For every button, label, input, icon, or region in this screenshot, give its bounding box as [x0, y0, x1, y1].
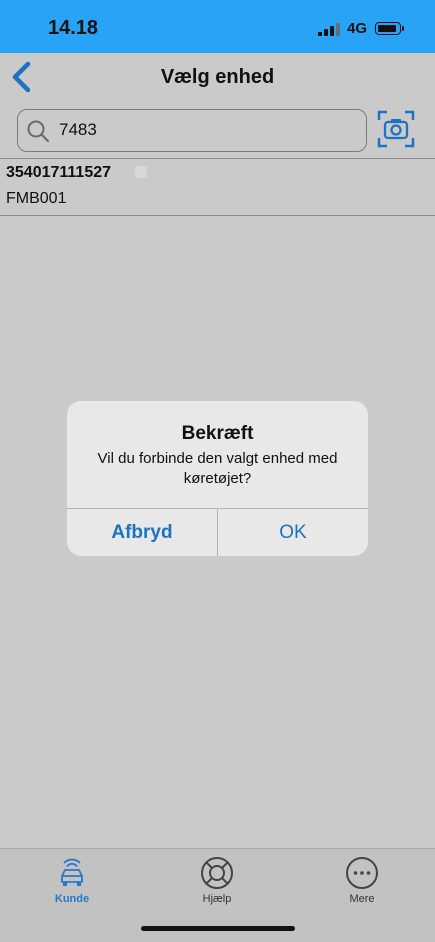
camera-icon — [377, 110, 415, 148]
search-value: 7483 — [59, 120, 97, 139]
scan-button[interactable] — [376, 108, 416, 150]
tab-kunde[interactable]: Kunde — [22, 855, 122, 915]
list-divider — [0, 158, 435, 159]
status-bar: 14.18 4G — [0, 0, 435, 53]
list-divider — [0, 215, 435, 216]
ok-button[interactable]: OK — [218, 509, 368, 556]
status-time: 14.18 — [48, 17, 99, 39]
tab-hjaelp[interactable]: Hjælp — [167, 855, 267, 915]
tab-mere[interactable]: Mere — [312, 855, 412, 915]
tab-label: Kunde — [54, 893, 90, 905]
home-indicator — [141, 926, 295, 931]
tab-label: Mere — [349, 893, 375, 905]
more-dots-icon — [346, 857, 378, 889]
car-wifi-icon — [61, 858, 83, 886]
signal-icon — [318, 23, 342, 36]
nav-bar: Vælg enhed — [0, 53, 435, 103]
page-title: Vælg enhed — [160, 66, 275, 88]
confirm-dialog: Bekræft Vil du forbinde den valgt enhed … — [67, 401, 368, 556]
cancel-button[interactable]: Afbryd — [67, 509, 217, 556]
device-id: 354017111527 — [6, 164, 112, 181]
redaction — [135, 166, 147, 178]
dialog-message: Vil du forbinde den valgt enhed med køre… — [97, 450, 338, 487]
search-input[interactable]: 7483 — [17, 109, 367, 152]
tab-label: Hjælp — [202, 893, 232, 905]
lifebuoy-icon — [201, 857, 233, 889]
battery-icon — [375, 22, 404, 35]
dialog-title: Bekræft — [181, 423, 254, 444]
network-type: 4G — [347, 20, 368, 37]
search-icon — [27, 120, 50, 143]
device-name: FMB001 — [6, 190, 67, 207]
